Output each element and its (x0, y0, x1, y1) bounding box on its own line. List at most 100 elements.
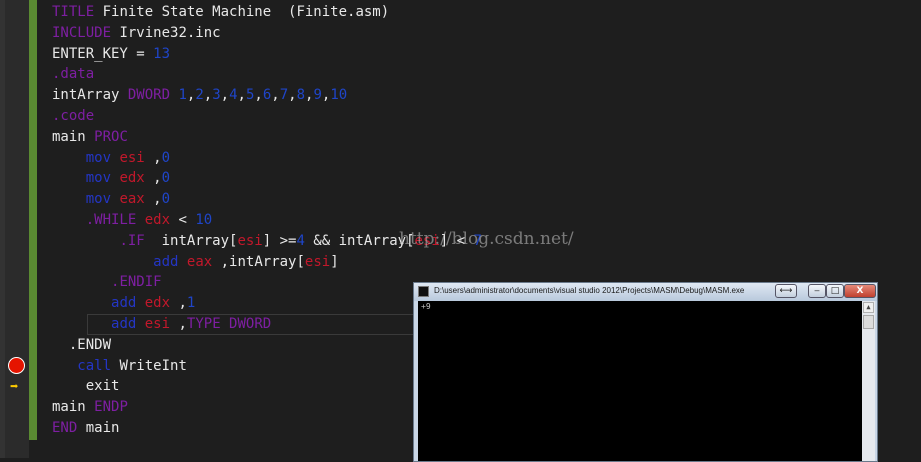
code-token: ENDP (94, 399, 128, 416)
code-token: 1 (178, 87, 187, 104)
code-token: , (144, 149, 162, 166)
code-token: add (111, 295, 137, 312)
code-line[interactable]: mov eax ,0 (52, 189, 170, 210)
console-title-bar[interactable]: D:\users\administrator\documents\visual … (414, 283, 877, 301)
code-token: 8 (296, 87, 306, 104)
code-line[interactable]: main PROC (52, 127, 128, 148)
code-token: .IF (119, 232, 145, 249)
close-button[interactable]: X (844, 284, 876, 298)
code-token: edx (144, 295, 171, 312)
code-token: exit (52, 378, 120, 395)
code-token: edx (119, 170, 145, 187)
code-token: eax (186, 253, 213, 270)
code-token: , (203, 87, 213, 104)
code-line[interactable]: END main (52, 418, 119, 439)
console-app-icon (418, 286, 429, 297)
code-token: 13 (153, 45, 171, 62)
code-line[interactable]: add esi ,TYPE DWORD (52, 314, 271, 335)
code-token: .ENDIF (111, 274, 162, 291)
code-token: , (170, 316, 187, 332)
indicator-strip (0, 0, 5, 458)
editor-gutter[interactable]: ➡ (0, 0, 29, 458)
code-token: ENTER_KEY = (52, 45, 154, 62)
code-token: add (111, 316, 137, 332)
code-token: , (237, 87, 246, 104)
code-token: INCLUDE (52, 24, 112, 41)
code-line[interactable]: intArray DWORD 1,2,3,4,5,6,7,8,9,10 (52, 85, 347, 106)
code-line[interactable]: .data (52, 64, 94, 85)
code-token: eax (119, 191, 145, 208)
code-token: 1 (186, 295, 196, 312)
code-token: esi (144, 316, 171, 332)
code-token: .WHILE (85, 212, 137, 228)
change-tracking-bar (29, 0, 37, 440)
code-line[interactable]: exit (52, 376, 120, 397)
console-window[interactable]: D:\users\administrator\documents\visual … (413, 282, 878, 462)
code-token: Finite State Machine (Finite.asm) (94, 4, 390, 20)
console-title: D:\users\administrator\documents\visual … (434, 286, 745, 295)
code-token: 10 (195, 212, 213, 228)
code-token: 0 (161, 191, 171, 208)
maximize-button[interactable]: □ (826, 284, 844, 298)
code-token: 3 (212, 87, 221, 104)
code-line[interactable]: mov esi ,0 (52, 148, 170, 169)
code-token: , (288, 87, 297, 104)
code-line[interactable]: call WriteInt (52, 356, 187, 377)
code-line[interactable]: ENTER_KEY = 13 (52, 44, 170, 65)
code-token: add (153, 253, 179, 270)
scroll-thumb[interactable] (863, 315, 874, 329)
code-token: .code (52, 108, 95, 124)
code-token: WriteInt (111, 357, 187, 374)
code-token: mov (85, 149, 112, 166)
code-line[interactable]: main ENDP (52, 397, 128, 418)
code-line[interactable]: .ENDIF (52, 272, 162, 293)
code-token: DWORD (127, 87, 171, 104)
code-line[interactable]: INCLUDE Irvine32.inc (52, 23, 221, 44)
code-token: call (77, 357, 112, 374)
scroll-up-icon[interactable]: ▲ (863, 302, 874, 313)
code-token: 9 (313, 87, 322, 104)
code-token: 2 (195, 87, 204, 104)
code-token: , (144, 170, 162, 187)
code-token: END (52, 420, 78, 436)
console-scrollbar[interactable]: ▲ (862, 301, 875, 461)
code-token: ] >= (262, 232, 297, 249)
code-line[interactable]: .ENDW (52, 335, 111, 356)
code-token: mov (85, 170, 112, 187)
code-token: , (254, 87, 263, 104)
code-token: , (271, 87, 280, 104)
code-token: edx (144, 212, 171, 228)
swap-button[interactable]: ⟷ (775, 284, 797, 298)
code-line[interactable]: .code (52, 106, 94, 127)
minimize-button[interactable]: ‒ (808, 284, 826, 298)
code-line[interactable]: add edx ,1 (52, 293, 195, 314)
code-line[interactable]: add eax ,intArray[esi] (52, 252, 338, 273)
code-token: , (220, 87, 230, 104)
code-token: mov (85, 191, 112, 208)
code-token: main (52, 399, 95, 416)
code-token: .ENDW (52, 336, 112, 353)
code-token: , (144, 191, 162, 208)
watermark: http://blog.csdn.net/ (399, 229, 574, 249)
breakpoint-icon[interactable] (8, 357, 25, 374)
code-token: esi (119, 149, 145, 166)
code-token: Irvine32.inc (111, 24, 221, 41)
code-token: 6 (262, 87, 272, 104)
code-token: 7 (279, 87, 289, 104)
code-token: , (170, 295, 187, 312)
code-token: ,intArray[ (212, 253, 305, 270)
code-line[interactable]: mov edx ,0 (52, 168, 170, 189)
code-token: esi (237, 232, 263, 249)
code-line[interactable]: .WHILE edx < 10 (52, 210, 212, 231)
code-line[interactable]: TITLE Finite State Machine (Finite.asm) (52, 2, 389, 23)
console-output-area[interactable]: +9 (418, 301, 862, 461)
code-token: .data (52, 66, 95, 83)
code-token: 0 (161, 149, 171, 166)
